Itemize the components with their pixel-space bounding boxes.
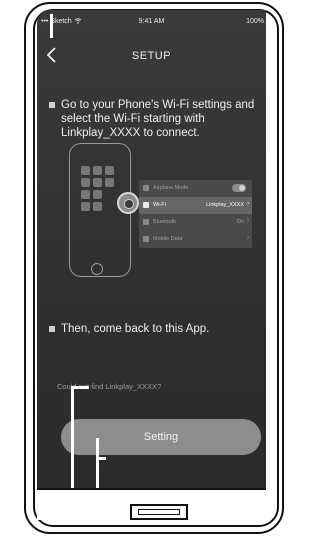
status-time: 9:41 AM — [138, 18, 165, 25]
wifi-settings-illustration: Airplane Mode Wi-Fi Linkplay_XXXX › Blue… — [59, 138, 259, 278]
callout-line — [71, 386, 89, 389]
page-title: SETUP — [131, 50, 172, 62]
callout-line — [50, 14, 53, 38]
callout-line — [71, 388, 74, 500]
home-button-illustration — [91, 263, 103, 275]
bullet-icon — [49, 326, 55, 332]
toggle-icon — [232, 184, 246, 192]
chevron-right-icon: › — [247, 218, 249, 224]
nav-bar: SETUP — [37, 44, 266, 68]
gear-icon — [117, 192, 139, 214]
bluetooth-icon — [143, 219, 149, 225]
airplane-icon — [143, 185, 149, 191]
chevron-right-icon: › — [247, 201, 249, 207]
callout-line — [96, 457, 106, 460]
mobile-data-icon — [143, 236, 149, 242]
wifi-setting-icon — [143, 202, 149, 208]
chevron-right-icon: › — [247, 235, 249, 241]
settings-row-mobile-data: Mobile Data › — [139, 231, 252, 248]
battery-label: 100% — [246, 18, 264, 25]
settings-row-wifi: Wi-Fi Linkplay_XXXX › — [139, 197, 252, 214]
settings-panel: Airplane Mode Wi-Fi Linkplay_XXXX › Blue… — [139, 180, 252, 248]
step-1-text: Go to your Phone's Wi-Fi settings and se… — [61, 99, 255, 139]
settings-row-airplane: Airplane Mode — [139, 180, 252, 197]
status-bar: ••• Sketch 9:41 AM 100% — [37, 18, 266, 30]
setting-button[interactable]: Setting — [61, 419, 261, 455]
bullet-icon — [49, 102, 55, 108]
settings-row-bluetooth: Bluetooth On › — [139, 214, 252, 231]
home-button[interactable] — [130, 504, 188, 520]
step-2-text: Then, come back to this App. — [61, 323, 210, 335]
